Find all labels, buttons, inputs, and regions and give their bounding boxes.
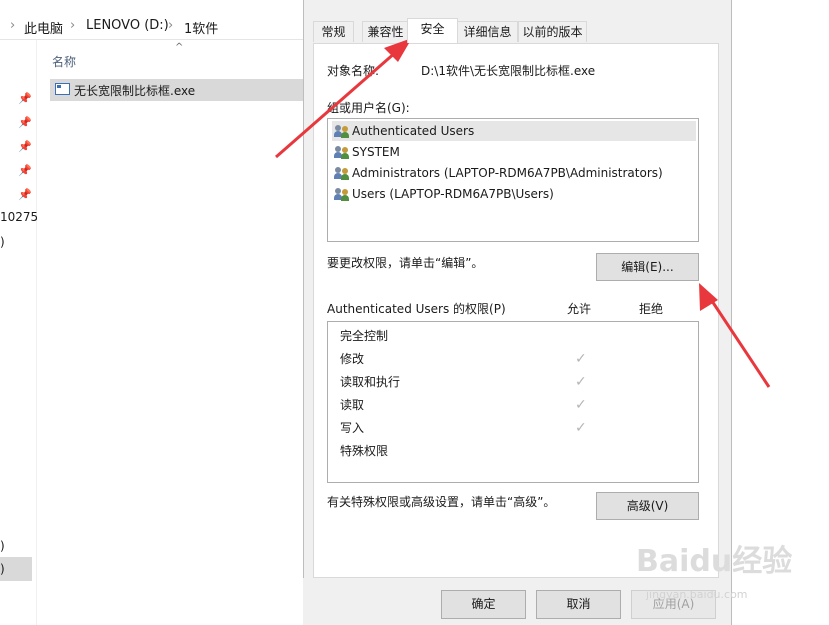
tab-security[interactable]: 安全	[407, 18, 458, 43]
annotation-arrows	[275, 38, 771, 388]
baidu-watermark-url: jingyan.baidu.com	[646, 588, 748, 601]
arrow-to-edit-button	[699, 283, 771, 388]
baidu-watermark: Baidu经验	[636, 544, 793, 579]
arrow-to-security-tab	[275, 38, 412, 159]
